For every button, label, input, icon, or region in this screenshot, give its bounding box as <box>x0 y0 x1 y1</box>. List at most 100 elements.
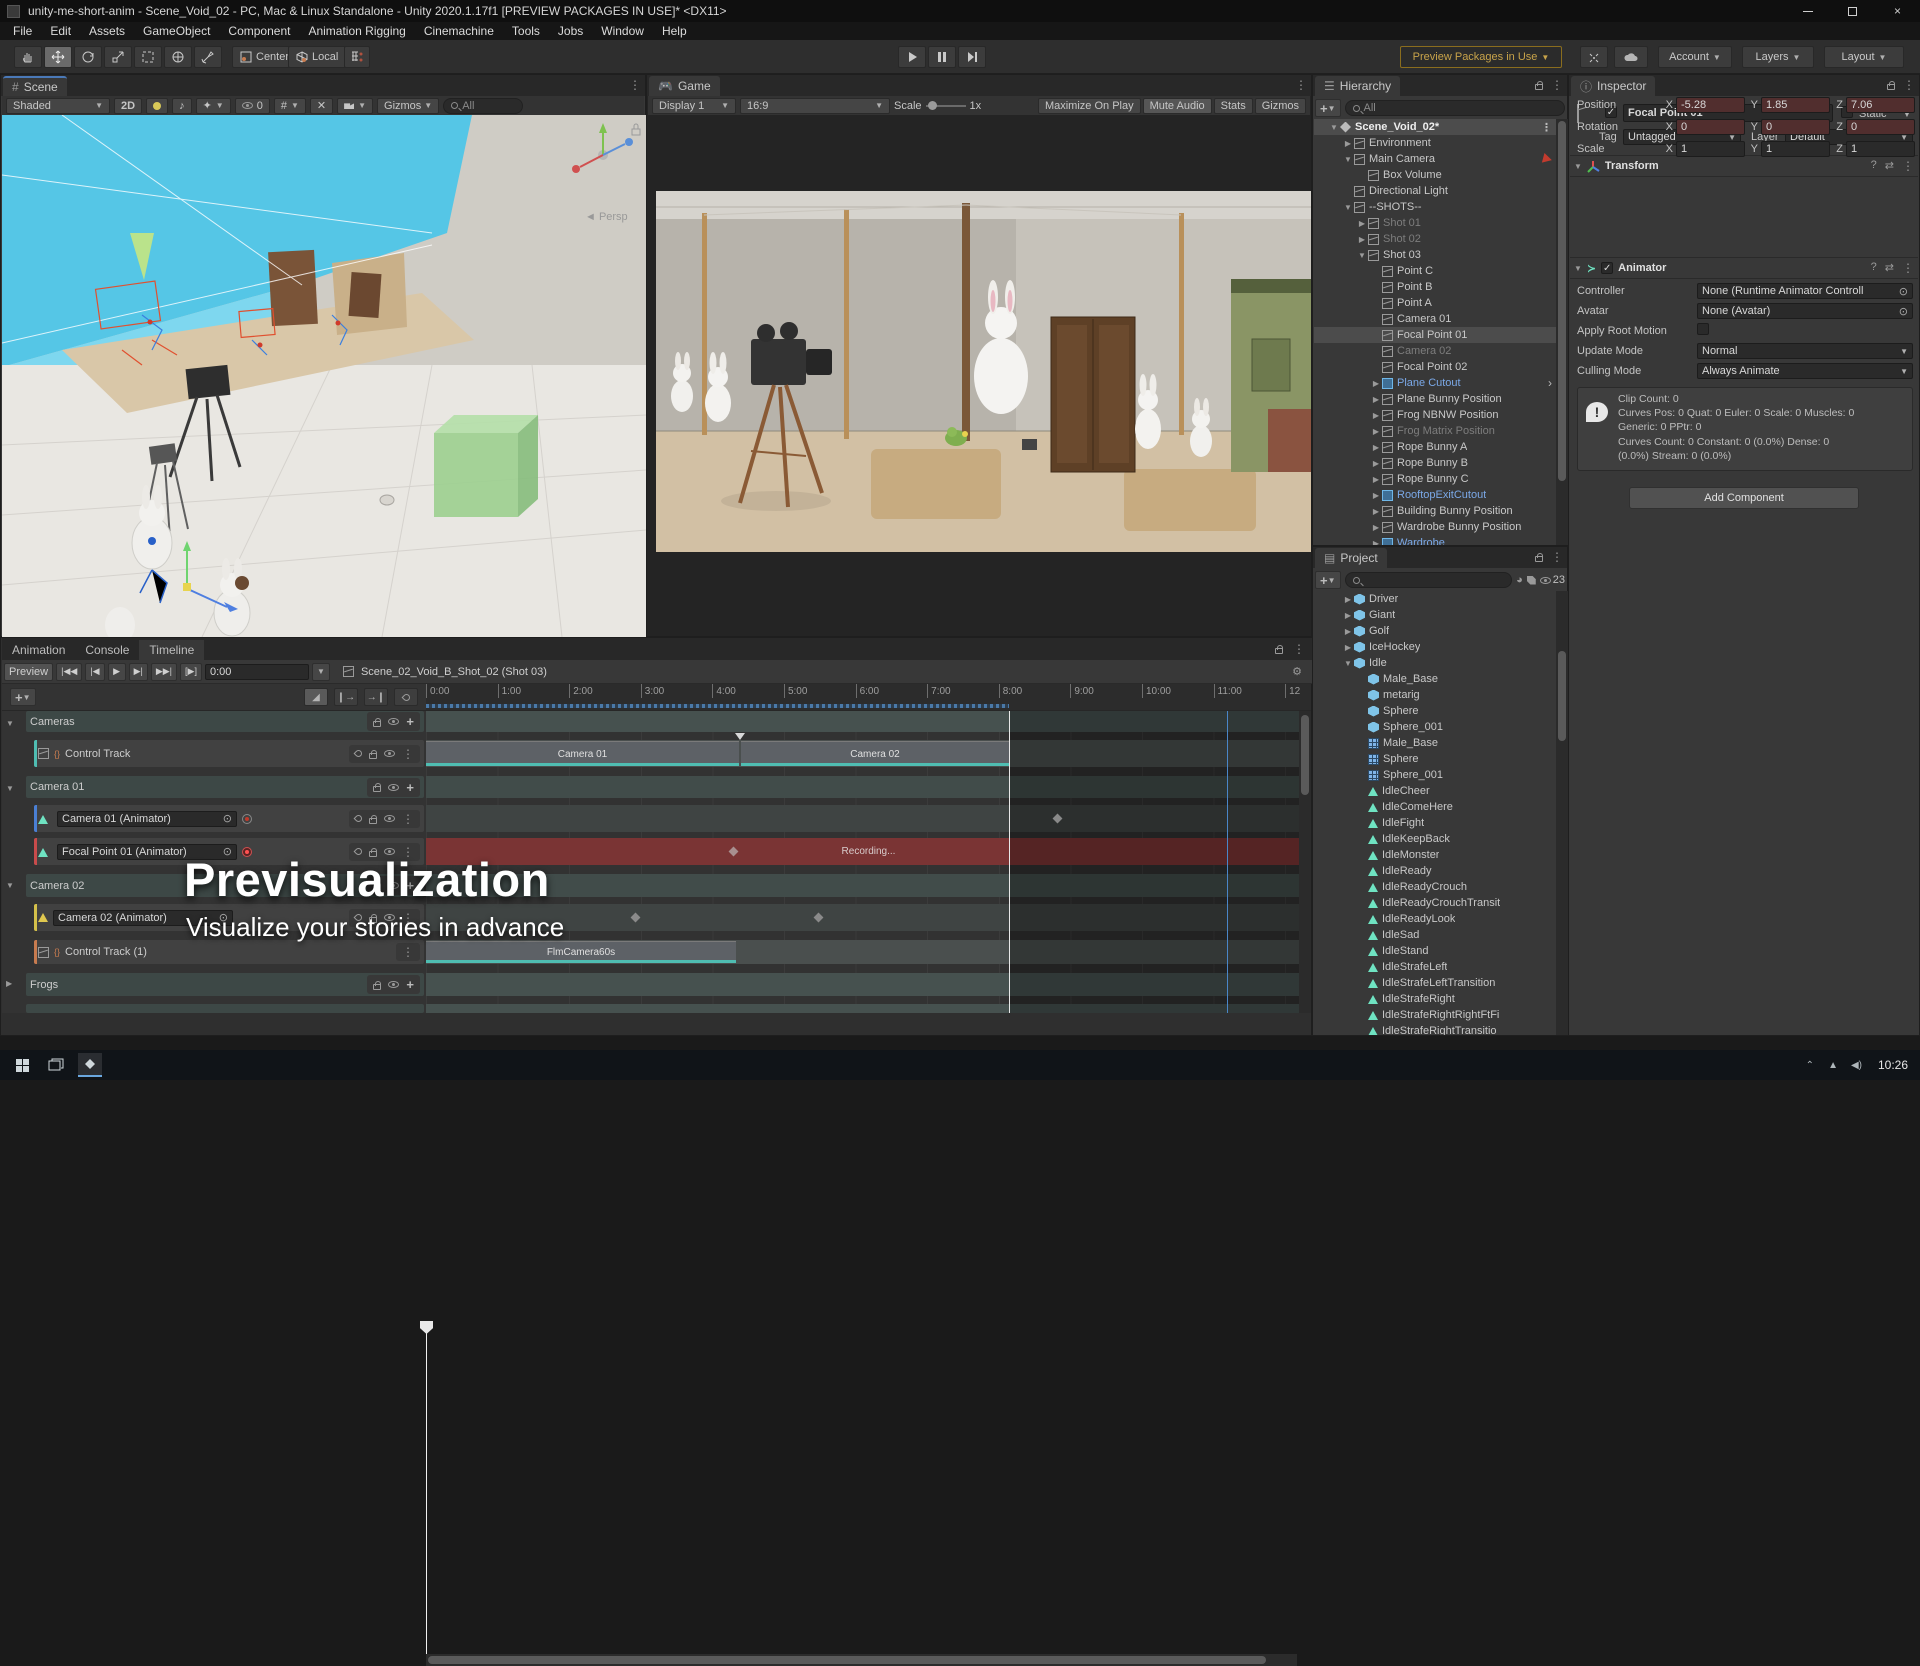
expand-arrow[interactable]: ▶ <box>1370 379 1382 388</box>
root-motion-checkbox[interactable] <box>1697 323 1709 335</box>
start-button[interactable] <box>10 1053 34 1077</box>
track-group-cameras[interactable]: Cameras + <box>26 711 424 732</box>
controller-object-field[interactable]: None (Runtime Animator Controll⊙ <box>1697 283 1913 299</box>
expand-arrow[interactable]: ▶ <box>1370 475 1382 484</box>
animator-enabled-checkbox[interactable]: ✓ <box>1601 262 1613 274</box>
hierarchy-row[interactable]: ▼ Shot 03 › ⋮ <box>1314 247 1556 263</box>
effects-dropdown-icon[interactable]: ✦▼ <box>196 98 231 114</box>
project-row[interactable]: IdleReadyLook <box>1314 911 1556 927</box>
hierarchy-row[interactable]: Point C › ⋮ <box>1314 263 1556 279</box>
help-icon[interactable]: ? <box>1871 159 1877 173</box>
scene-search-input[interactable]: All <box>443 98 523 114</box>
layers-dropdown[interactable]: Layers▼ <box>1742 46 1814 68</box>
project-row[interactable]: IdleStrafeLeft <box>1314 959 1556 975</box>
audio-toggle-icon[interactable]: ♪ <box>172 98 192 114</box>
track-group-camera01[interactable]: Camera 01 + <box>26 776 424 798</box>
play-button[interactable] <box>898 46 926 68</box>
pause-button[interactable] <box>928 46 956 68</box>
project-row[interactable]: IdleCheer <box>1314 783 1556 799</box>
project-row[interactable]: IdleStrafeLeftTransition <box>1314 975 1556 991</box>
add-track-button[interactable]: +▼ <box>10 688 36 706</box>
hierarchy-row[interactable]: ▶ Shot 01 › ⋮ <box>1314 215 1556 231</box>
track-group-frogs[interactable]: Frogs + <box>26 973 424 996</box>
hierarchy-row[interactable]: Focal Point 02 › ⋮ <box>1314 359 1556 375</box>
hierarchy-row[interactable]: Point B › ⋮ <box>1314 279 1556 295</box>
scene-viewport-canvas[interactable]: ◄ Persp <box>2 115 646 637</box>
menu-item[interactable]: File <box>4 22 41 40</box>
menu-item[interactable]: GameObject <box>134 22 219 40</box>
menu-item[interactable]: Edit <box>41 22 80 40</box>
project-row[interactable]: Sphere <box>1314 703 1556 719</box>
expand-arrow[interactable]: ▶ <box>1370 427 1382 436</box>
expand-arrow[interactable]: ▶ <box>1370 539 1382 546</box>
tab-game[interactable]: 🎮Game <box>649 76 720 96</box>
clip-camera01[interactable]: Camera 01 <box>426 741 739 766</box>
record-button[interactable] <box>242 814 252 824</box>
shading-dropdown[interactable]: Shaded▼ <box>6 98 110 114</box>
orientation-toggle-button[interactable]: Local <box>288 46 346 68</box>
preview-toggle[interactable]: Preview <box>4 663 53 681</box>
scale-slider[interactable] <box>926 105 966 107</box>
hierarchy-row[interactable]: Point A › ⋮ <box>1314 295 1556 311</box>
2d-toggle[interactable]: 2D <box>114 98 142 114</box>
account-dropdown[interactable]: Account▼ <box>1658 46 1732 68</box>
hierarchy-lock-icon[interactable] <box>1535 84 1543 90</box>
expand-arrow[interactable]: ▼ <box>1342 155 1354 164</box>
tray-chevron-icon[interactable]: ⌃ <box>1806 1060 1814 1071</box>
hierarchy-row[interactable]: ▶ RooftopExitCutout › ⋮ <box>1314 487 1556 503</box>
step-button[interactable] <box>958 46 986 68</box>
expand-arrow[interactable]: ▼ <box>1342 659 1354 668</box>
expand-arrow[interactable]: ▶ <box>1370 491 1382 500</box>
hierarchy-row[interactable]: ▶ Rope Bunny C › ⋮ <box>1314 471 1556 487</box>
hierarchy-row[interactable]: ▶ Frog NBNW Position › ⋮ <box>1314 407 1556 423</box>
add-component-button[interactable]: Add Component <box>1629 487 1859 509</box>
hierarchy-row[interactable]: Box Volume › ⋮ <box>1314 167 1556 183</box>
expand-arrow[interactable]: ▶ <box>1356 219 1368 228</box>
timeline-settings-gear-icon[interactable]: ⚙ <box>1292 665 1302 678</box>
menu-item[interactable]: Assets <box>80 22 134 40</box>
custom-tool-icon[interactable] <box>194 46 222 68</box>
expand-arrow[interactable]: ▶ <box>1370 459 1382 468</box>
track-control1[interactable]: {} Control Track (1) ⋮ <box>34 940 424 964</box>
project-row[interactable]: IdleSad <box>1314 927 1556 943</box>
project-row[interactable]: ▼ Idle <box>1314 655 1556 671</box>
group-collapse-arrow[interactable]: ▼ <box>6 881 14 890</box>
timeline-binding[interactable]: Scene_02_Void_B_Shot_02 (Shot 03) <box>361 666 547 678</box>
game-toolbar-button[interactable]: Mute Audio <box>1143 98 1212 114</box>
clip-camera02[interactable]: Camera 02 <box>741 741 1009 766</box>
hierarchy-row[interactable]: ▶ Shot 02 › ⋮ <box>1314 231 1556 247</box>
track-control[interactable]: {} Control Track ⋮ <box>34 740 424 767</box>
clip-flmcamera[interactable]: FlmCamera60s <box>426 941 736 963</box>
hierarchy-row[interactable]: ▶ Frog Matrix Position › ⋮ <box>1314 423 1556 439</box>
hierarchy-row[interactable]: Camera 01 › ⋮ <box>1314 311 1556 327</box>
add-icon[interactable]: + <box>406 977 414 992</box>
hierarchy-row[interactable]: Focal Point 01 › ⋮ <box>1314 327 1556 343</box>
replace-mode-icon[interactable]: →❙ <box>364 688 388 706</box>
track-camera01-animator[interactable]: Camera 01 (Animator)⊙ ⋮ <box>34 805 424 832</box>
hierarchy-row[interactable]: ▼ Main Camera › ⋮ <box>1314 151 1556 167</box>
hierarchy-row[interactable]: ▶ Wardrobe › ⋮ <box>1314 535 1556 545</box>
maximize-button[interactable] <box>1830 0 1875 22</box>
scale-tool-icon[interactable] <box>104 46 132 68</box>
hierarchy-row[interactable]: ▶ Building Bunny Position › ⋮ <box>1314 503 1556 519</box>
tab-hierarchy[interactable]: ☰Hierarchy <box>1315 76 1400 96</box>
hierarchy-search-input[interactable]: All <box>1345 100 1565 116</box>
menu-item[interactable]: Window <box>592 22 653 40</box>
scene-menu-icon[interactable]: ⋮ <box>629 78 641 92</box>
project-row[interactable]: ▶ IceHockey <box>1314 639 1556 655</box>
curves-view-icon[interactable]: ◢ <box>304 688 328 706</box>
aspect-dropdown[interactable]: 16:9▼ <box>740 98 890 114</box>
hierarchy-row[interactable]: ▶ Rope Bunny A › ⋮ <box>1314 439 1556 455</box>
project-row[interactable]: IdleReadyCrouchTransit <box>1314 895 1556 911</box>
x-field[interactable]: -5.28 <box>1676 97 1745 113</box>
expand-arrow[interactable]: ▶ <box>1370 507 1382 516</box>
minimize-button[interactable] <box>1785 0 1830 22</box>
project-row[interactable]: ▶ Driver <box>1314 591 1556 607</box>
keyframe-diamond[interactable] <box>814 913 824 923</box>
project-row[interactable]: ▶ Golf <box>1314 623 1556 639</box>
project-row[interactable]: IdleStrafeRightRightFtFi <box>1314 1007 1556 1023</box>
hidden-objects-icon[interactable]: 0 <box>235 98 270 114</box>
y-field[interactable]: 1.85 <box>1761 97 1830 113</box>
grid-snap-icon[interactable] <box>344 46 370 68</box>
presets-icon[interactable]: ⇄ <box>1885 159 1894 173</box>
